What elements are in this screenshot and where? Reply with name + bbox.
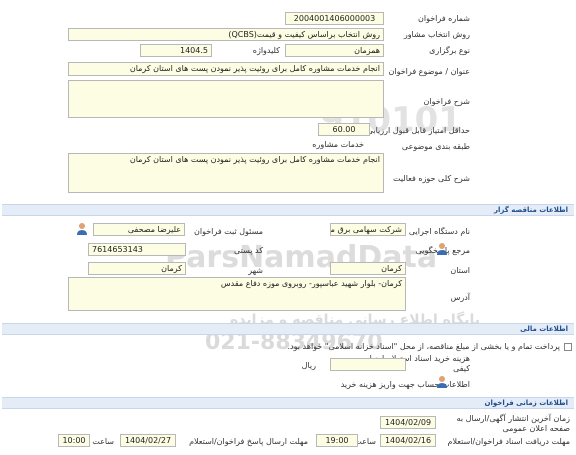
city-label: شهر xyxy=(248,266,263,275)
description-label: شرح فراخوان xyxy=(423,97,470,106)
call-number-field: 2004001406000003 xyxy=(285,12,384,25)
scope-label: شرح کلی حوزه فعالیت xyxy=(393,174,470,183)
account-user-icon[interactable] xyxy=(436,375,448,389)
province-field: کرمان xyxy=(330,262,406,275)
organizer-section-title: اطلاعات مناقصه گزار xyxy=(493,206,568,214)
officer-user-icon[interactable] xyxy=(76,222,88,236)
officer-field: علیرضا مصحفی xyxy=(93,223,185,236)
doc-cost-field xyxy=(330,358,406,371)
organizer-name-field: شرکت سهامی برق منطقه xyxy=(330,223,406,236)
category-value: خدمات مشاوره xyxy=(312,140,364,149)
reference-user-icon[interactable] xyxy=(436,242,448,256)
method-label: روش انتخاب مشاور xyxy=(403,30,470,39)
finance-section-header: اطلاعات مالی xyxy=(2,323,574,335)
address-field: کرمان- بلوار شهید عباسپور- روبروی موزه د… xyxy=(68,277,406,311)
subject-label: عنوان / موضوع فراخوان xyxy=(388,67,471,76)
description-field xyxy=(68,80,384,118)
receive-deadline-date-field: 1404/02/16 xyxy=(380,434,436,447)
scope-field: انجام خدمات مشاوره کامل برای روئیت پذیر … xyxy=(68,153,384,193)
send-deadline-hour-label: ساعت xyxy=(92,437,114,446)
call-number-label: شماره فراخوان xyxy=(418,14,470,23)
category-label: طبقه بندی موضوعی xyxy=(401,142,470,151)
postal-code-label: کد پستی xyxy=(234,246,263,255)
hold-type-field: همزمان xyxy=(285,44,384,57)
address-label: آدرس xyxy=(450,293,470,302)
keyword-label: کلیدواژه xyxy=(252,46,280,55)
send-deadline-label: مهلت ارسال پاسخ فراخوان/استعلام xyxy=(189,437,308,446)
send-deadline-time-field: 10:00 xyxy=(58,434,90,447)
account-info-label: اطلاعات حساب جهت واریز هزینه خرید xyxy=(340,380,470,389)
doc-cost-unit: ریال xyxy=(301,361,316,370)
publish-time-label: زمان آخرین انتشار آگهی/ارسال به صفحه اعل… xyxy=(456,414,570,433)
receive-deadline-time-field: 19:00 xyxy=(316,434,358,447)
city-field: کرمان xyxy=(88,262,186,275)
keyword-field: 1404.5 xyxy=(140,44,212,57)
organizer-section-header: اطلاعات مناقصه گزار xyxy=(2,204,574,216)
payment-text: پرداخت تمام و یا بخشی از مبلغ مناقصه، از… xyxy=(287,342,560,351)
finance-section-title: اطلاعات مالی xyxy=(520,325,568,333)
method-field: روش انتخاب براساس کیفیت و قیمت(QCBS) xyxy=(68,28,384,41)
subject-field: انجام خدمات مشاوره کامل برای روئیت پذیر … xyxy=(68,62,384,76)
officer-label: مسئول ثبت فراخوان xyxy=(194,227,263,236)
timing-section-header: اطلاعات زمانی فراخوان xyxy=(2,397,574,409)
publish-time-field: 1404/02/09 xyxy=(380,416,436,429)
min-score-field: 60.00 xyxy=(318,123,370,136)
postal-code-field: 7614653143 xyxy=(88,243,186,256)
send-deadline-date-field: 1404/02/27 xyxy=(120,434,176,447)
hold-type-label: نوع برگزاری xyxy=(429,46,470,55)
province-label: استان xyxy=(450,266,470,275)
receive-deadline-label: مهلت دریافت اسناد فراخوان/استعلام xyxy=(447,437,570,446)
payment-checkbox[interactable] xyxy=(564,343,572,351)
timing-section-title: اطلاعات زمانی فراخوان xyxy=(484,399,568,407)
